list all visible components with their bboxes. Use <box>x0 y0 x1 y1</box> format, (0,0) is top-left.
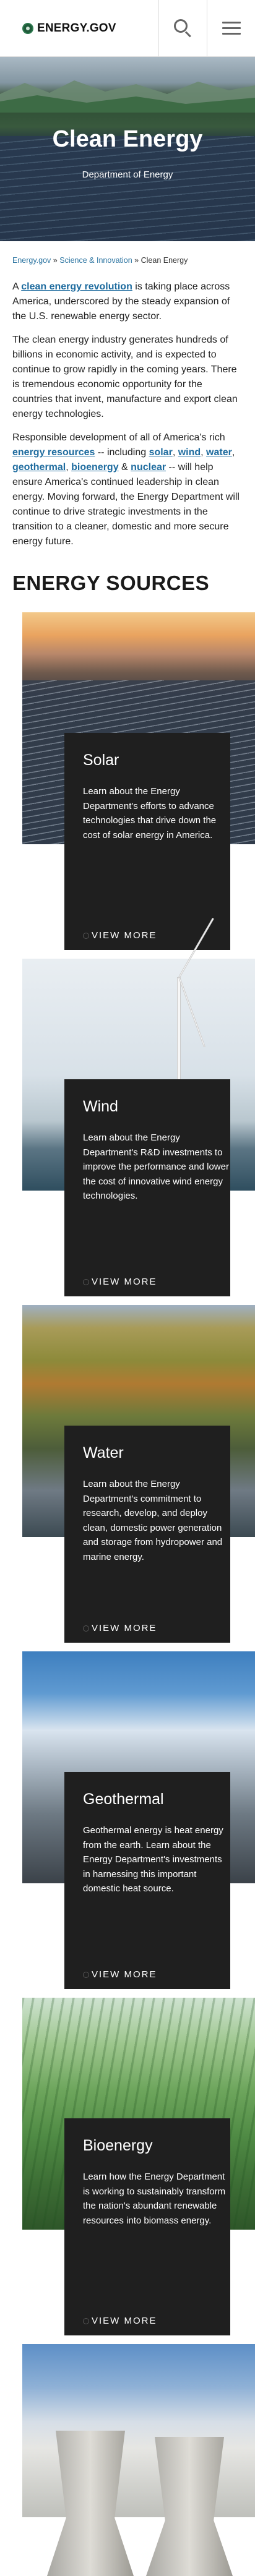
card-geothermal[interactable]: Geothermal Geothermal energy is heat ene… <box>22 1651 255 1998</box>
card-wind[interactable]: Wind Learn about the Energy Department's… <box>22 917 255 1305</box>
text: -- will help ensure America's continued … <box>12 462 240 547</box>
text: -- including <box>95 447 149 458</box>
menu-button[interactable] <box>207 0 255 57</box>
card-description: Learn how the Energy Department is worki… <box>83 2172 226 2226</box>
wind-turbine-blade <box>178 977 205 1048</box>
breadcrumb: Energy.gov » Science & Innovation » Clea… <box>0 241 255 265</box>
card-title: Solar <box>83 751 119 769</box>
cooling-tower <box>47 2431 134 2576</box>
view-more-label: VIEW MORE <box>92 1277 157 1287</box>
breadcrumb-current: Clean Energy <box>140 256 188 265</box>
view-more-link[interactable]: VIEW MORE <box>83 1969 157 1980</box>
doe-seal-icon <box>22 22 33 34</box>
view-more-label: VIEW MORE <box>92 1623 157 1633</box>
card-panel: Geothermal Geothermal energy is heat ene… <box>64 1772 230 1989</box>
card-panel: Bioenergy Learn how the Energy Departmen… <box>64 2118 230 2335</box>
link-clean-energy-revolution[interactable]: clean energy revolution <box>21 281 132 292</box>
circle-icon <box>83 1625 89 1632</box>
link-water[interactable]: water <box>206 447 232 458</box>
card-description: Geothermal energy is heat energy from th… <box>83 1825 223 1894</box>
link-solar[interactable]: solar <box>149 447 173 458</box>
view-more-link[interactable]: VIEW MORE <box>83 2316 157 2326</box>
energy-sources-list: Solar Learn about the Energy Department'… <box>0 595 255 2576</box>
hamburger-menu-icon <box>222 22 241 35</box>
breadcrumb-separator: » <box>134 256 139 265</box>
text: & <box>118 462 131 473</box>
text: A <box>12 281 22 292</box>
card-title: Wind <box>83 1098 118 1115</box>
card-panel: Wind Learn about the Energy Department's… <box>64 1079 230 1296</box>
card-description: Learn about the Energy Department's comm… <box>83 1479 223 1562</box>
link-geothermal[interactable]: geothermal <box>12 462 66 473</box>
text: , <box>201 447 207 458</box>
site-header: ENERGY.GOV <box>0 0 255 57</box>
card-water[interactable]: Water Learn about the Energy Department'… <box>22 1305 255 1651</box>
link-bioenergy[interactable]: bioenergy <box>71 462 118 473</box>
text: , <box>231 447 235 458</box>
intro-paragraph-2: The clean energy industry generates hund… <box>12 335 238 419</box>
circle-icon <box>83 1278 89 1285</box>
intro-content: A clean energy revolution is taking plac… <box>0 265 255 549</box>
circle-icon <box>83 2317 89 2324</box>
card-panel: Water Learn about the Energy Department'… <box>64 1426 230 1643</box>
text: , <box>172 447 178 458</box>
view-more-link[interactable]: VIEW MORE <box>83 930 157 941</box>
card-title: Geothermal <box>83 1791 164 1808</box>
card-title: Bioenergy <box>83 2137 153 2154</box>
breadcrumb-link-energy-gov[interactable]: Energy.gov <box>12 256 51 265</box>
search-icon <box>173 19 192 38</box>
card-title: Water <box>83 1444 124 1461</box>
card-bioenergy[interactable]: Bioenergy Learn how the Energy Departmen… <box>22 1998 255 2344</box>
view-more-label: VIEW MORE <box>92 930 157 941</box>
breadcrumb-link-science-innovation[interactable]: Science & Innovation <box>59 256 132 265</box>
text: Responsible development of all of Americ… <box>12 432 225 443</box>
cooling-tower <box>146 2437 233 2576</box>
hero-banner: Clean Energy Department of Energy <box>0 57 255 241</box>
view-more-label: VIEW MORE <box>92 2316 157 2326</box>
section-title-energy-sources: ENERGY SOURCES <box>12 571 210 594</box>
intro-paragraph-3: Responsible development of all of Americ… <box>12 430 243 549</box>
link-wind[interactable]: wind <box>178 447 201 458</box>
card-description: Learn about the Energy Department's effo… <box>83 786 217 841</box>
link-energy-resources[interactable]: energy resources <box>12 447 95 458</box>
logo-text: ENERGY.GOV <box>37 21 116 35</box>
card-panel: Solar Learn about the Energy Department'… <box>64 733 230 950</box>
view-more-label: VIEW MORE <box>92 1969 157 1980</box>
hero-mountains-image <box>0 80 255 113</box>
hero-subtitle: Department of Energy <box>82 169 173 180</box>
circle-icon <box>83 1971 89 1978</box>
card-nuclear[interactable] <box>22 2344 255 2576</box>
card-description: Learn about the Energy Department's R&D … <box>83 1132 229 1201</box>
view-more-link[interactable]: VIEW MORE <box>83 1623 157 1633</box>
text: , <box>66 462 72 473</box>
link-nuclear[interactable]: nuclear <box>131 462 166 473</box>
card-solar[interactable]: Solar Learn about the Energy Department'… <box>22 612 255 959</box>
nuclear-image <box>22 2344 255 2576</box>
intro-paragraph-1: A clean energy revolution is taking plac… <box>12 280 243 324</box>
circle-icon <box>83 932 89 939</box>
page-title: Clean Energy <box>52 126 203 152</box>
view-more-link[interactable]: VIEW MORE <box>83 1277 157 1287</box>
breadcrumb-separator: » <box>53 256 58 265</box>
site-logo[interactable]: ENERGY.GOV <box>0 22 158 35</box>
search-button[interactable] <box>158 0 207 57</box>
